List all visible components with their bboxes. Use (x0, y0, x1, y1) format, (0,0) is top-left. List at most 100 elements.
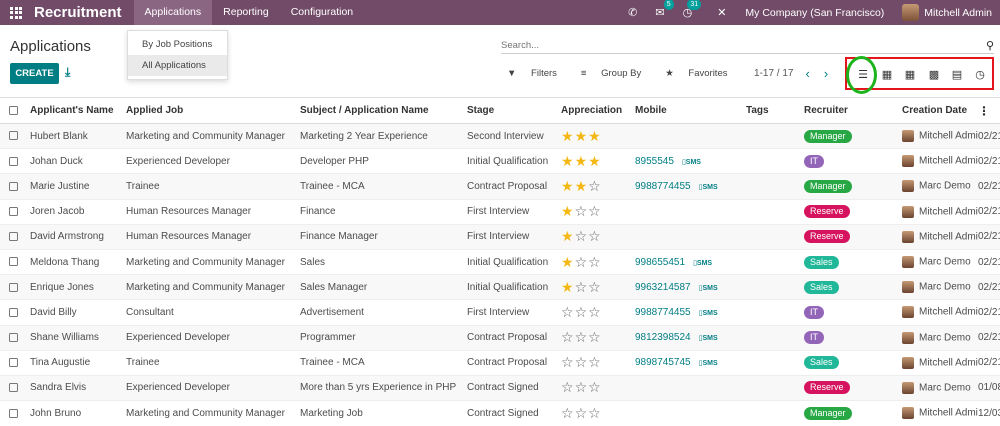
graph-view-icon[interactable]: ▩ (925, 66, 943, 82)
mobile-number[interactable]: 9988774455 (635, 307, 691, 318)
download-icon[interactable]: ⤓ (65, 65, 70, 80)
dropdown-item-by-job-positions[interactable]: By Job Positions (128, 34, 227, 55)
table-row[interactable]: Johan Duck Experienced Developer Developer… (0, 148, 1000, 174)
star-empty-icon[interactable]: ☆ (588, 279, 602, 295)
table-row[interactable]: Marie Justine Trainee Trainee - MCA Contrac… (0, 173, 1000, 200)
star-empty-icon[interactable]: ☆ (588, 304, 602, 320)
appreciation-stars[interactable]: ☆☆☆ (561, 329, 602, 345)
apps-grid-icon[interactable] (0, 0, 32, 25)
sms-button[interactable]: ▯SMS (699, 184, 718, 191)
appreciation-stars[interactable]: ★☆☆ (561, 228, 602, 244)
row-checkbox[interactable] (9, 131, 18, 141)
star-filled-icon[interactable]: ★ (588, 128, 602, 144)
chat-icon[interactable]: ✉ 5 (655, 0, 674, 19)
star-empty-icon[interactable]: ☆ (588, 228, 602, 244)
star-empty-icon[interactable]: ☆ (561, 329, 575, 345)
close-icon[interactable]: ✕ (717, 6, 726, 19)
row-checkbox[interactable] (9, 358, 18, 368)
star-empty-icon[interactable]: ☆ (588, 405, 602, 421)
mobile-number[interactable]: 9898745745 (635, 357, 691, 368)
filters-button[interactable]: ▼ Filters (507, 68, 569, 79)
star-empty-icon[interactable]: ☆ (561, 405, 575, 421)
mobile-number[interactable]: 9988774455 (635, 181, 691, 192)
col-appreciation[interactable]: Appreciation (561, 97, 635, 124)
appreciation-stars[interactable]: ☆☆☆ (561, 405, 602, 421)
col-subject[interactable]: Subject / Application Name (300, 97, 467, 124)
create-button[interactable]: CREATE (10, 63, 59, 84)
kanban-view-icon[interactable]: ▦ (878, 66, 896, 82)
table-row[interactable]: Sandra Elvis Experienced Developer More th… (0, 374, 1000, 401)
star-filled-icon[interactable]: ★ (561, 203, 575, 219)
star-filled-icon[interactable]: ★ (561, 254, 575, 270)
pager-next-icon[interactable]: › (824, 67, 828, 80)
row-checkbox[interactable] (9, 181, 18, 191)
menu-applications[interactable]: Applications (133, 0, 213, 25)
table-row[interactable]: Enrique Jones Marketing and Community Man… (0, 274, 1000, 300)
appreciation-stars[interactable]: ★☆☆ (561, 254, 602, 270)
col-tags[interactable]: Tags (746, 97, 804, 124)
appreciation-stars[interactable]: ☆☆☆ (561, 379, 602, 395)
dropdown-item-all-applications[interactable]: All Applications (128, 55, 227, 76)
star-filled-icon[interactable]: ★ (561, 228, 575, 244)
col-applied-job[interactable]: Applied Job (126, 97, 300, 124)
star-empty-icon[interactable]: ☆ (588, 178, 602, 194)
star-empty-icon[interactable]: ☆ (575, 329, 589, 345)
menu-configuration[interactable]: Configuration (280, 0, 364, 25)
table-row[interactable]: Shane Williams Experienced Developer Progr… (0, 324, 1000, 351)
star-filled-icon[interactable]: ★ (561, 178, 575, 194)
star-filled-icon[interactable]: ★ (575, 128, 589, 144)
star-empty-icon[interactable]: ☆ (561, 379, 575, 395)
row-checkbox[interactable] (9, 156, 18, 166)
select-all-checkbox[interactable] (9, 105, 18, 115)
col-mobile[interactable]: Mobile (635, 97, 746, 124)
table-row[interactable]: David Armstrong Human Resources Manager Fi… (0, 223, 1000, 250)
user-menu[interactable]: Mitchell Admin (924, 7, 992, 19)
star-empty-icon[interactable]: ☆ (588, 354, 602, 370)
appreciation-stars[interactable]: ☆☆☆ (561, 354, 602, 370)
star-filled-icon[interactable]: ★ (561, 128, 575, 144)
star-empty-icon[interactable]: ☆ (575, 304, 589, 320)
row-checkbox[interactable] (9, 332, 18, 342)
appreciation-stars[interactable]: ★☆☆ (561, 203, 602, 219)
sms-button[interactable]: ▯SMS (699, 335, 718, 342)
pager-prev-icon[interactable]: ‹ (805, 67, 809, 80)
row-checkbox[interactable] (9, 383, 18, 393)
mobile-number[interactable]: 9963214587 (635, 282, 691, 293)
star-filled-icon[interactable]: ★ (588, 153, 602, 169)
star-empty-icon[interactable]: ☆ (575, 405, 589, 421)
row-checkbox[interactable] (9, 307, 18, 317)
pivot-view-icon[interactable]: ▦ (901, 66, 919, 82)
star-empty-icon[interactable]: ☆ (588, 203, 602, 219)
star-filled-icon[interactable]: ★ (575, 153, 589, 169)
appreciation-stars[interactable]: ☆☆☆ (561, 304, 602, 320)
favorites-button[interactable]: ★ Favorites (665, 68, 739, 79)
pager-range[interactable]: 1-17 (754, 68, 774, 79)
star-empty-icon[interactable]: ☆ (575, 354, 589, 370)
sms-button[interactable]: ▯SMS (682, 159, 701, 166)
row-checkbox[interactable] (9, 207, 18, 217)
star-filled-icon[interactable]: ★ (575, 178, 589, 194)
star-empty-icon[interactable]: ☆ (575, 254, 589, 270)
mobile-number[interactable]: 998655451 (635, 257, 685, 268)
star-empty-icon[interactable]: ☆ (575, 379, 589, 395)
mobile-number[interactable]: 8955545 (635, 156, 674, 167)
company-switcher[interactable]: My Company (San Francisco) (745, 7, 884, 19)
row-checkbox[interactable] (9, 282, 18, 292)
table-row[interactable]: Hubert Blank Marketing and Community Mana… (0, 122, 1000, 149)
activity-view-icon[interactable]: ◷ (971, 66, 989, 82)
app-name[interactable]: Recruitment (32, 4, 134, 21)
menu-reporting[interactable]: Reporting (212, 0, 280, 25)
sms-button[interactable]: ▯SMS (699, 285, 718, 292)
star-empty-icon[interactable]: ☆ (561, 304, 575, 320)
calendar-view-icon[interactable]: ▤ (948, 66, 966, 82)
column-options-icon[interactable]: ⋮ (978, 104, 990, 118)
star-empty-icon[interactable]: ☆ (575, 228, 589, 244)
star-empty-icon[interactable]: ☆ (561, 354, 575, 370)
appreciation-stars[interactable]: ★★☆ (561, 178, 602, 194)
table-row[interactable]: Meldona Thang Marketing and Community Man… (0, 248, 1000, 275)
table-row[interactable]: David Billy Consultant Advertisement First … (0, 299, 1000, 325)
col-applicant-name[interactable]: Applicant's Name (30, 97, 126, 124)
table-row[interactable]: Joren Jacob Human Resources Manager Financ… (0, 198, 1000, 225)
star-filled-icon[interactable]: ★ (561, 279, 575, 295)
row-checkbox[interactable] (9, 232, 18, 242)
